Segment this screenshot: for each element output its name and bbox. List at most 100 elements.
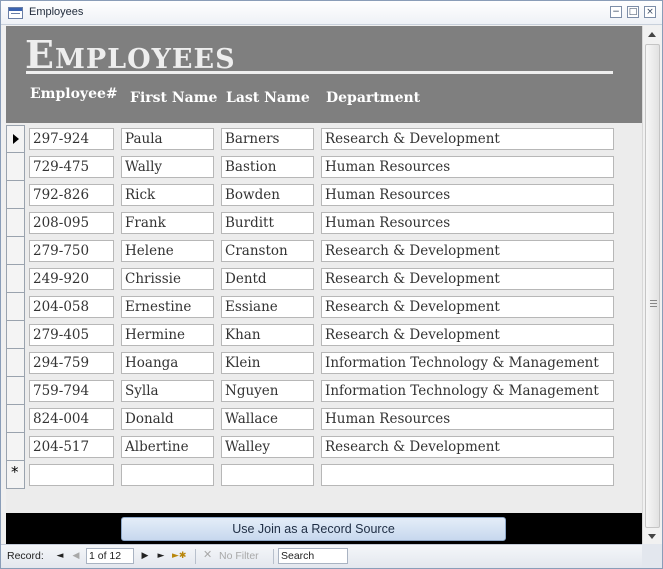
employee-number-field[interactable]: 279-750: [29, 240, 114, 262]
first-name-field[interactable]: Donald: [121, 408, 214, 430]
employee-number-field[interactable]: 208-095: [29, 212, 114, 234]
first-name-field[interactable]: Sylla: [121, 380, 214, 402]
next-record-icon[interactable]: ▶: [139, 549, 151, 563]
record-row: 279-750 Helene Cranston Research & Devel…: [6, 238, 626, 266]
search-input[interactable]: Search: [278, 548, 348, 564]
employee-number-field[interactable]: 204-058: [29, 296, 114, 318]
department-field[interactable]: [321, 464, 614, 486]
scroll-up-icon[interactable]: [648, 32, 656, 37]
department-field[interactable]: Research & Development: [321, 296, 614, 318]
first-name-field[interactable]: Helene: [121, 240, 214, 262]
employee-number-field[interactable]: 729-475: [29, 156, 114, 178]
last-name-field[interactable]: Walley: [221, 436, 314, 458]
last-name-field[interactable]: Bastion: [221, 156, 314, 178]
form-icon: [8, 7, 23, 19]
new-record-row: [6, 462, 626, 490]
last-name-field[interactable]: Essiane: [221, 296, 314, 318]
record-row: 294-759 Hoanga Klein Information Technol…: [6, 350, 626, 378]
filter-icon: ✕: [203, 548, 213, 561]
first-name-field[interactable]: Chrissie: [121, 268, 214, 290]
department-field[interactable]: Information Technology & Management: [321, 352, 614, 374]
column-header-department: Department: [326, 90, 421, 106]
first-record-icon[interactable]: ◄: [54, 549, 66, 563]
department-field[interactable]: Human Resources: [321, 156, 614, 178]
vertical-scrollbar[interactable]: [642, 26, 662, 544]
last-name-field[interactable]: Nguyen: [221, 380, 314, 402]
title-bar: Employees − □ ×: [1, 1, 662, 25]
first-name-field[interactable]: [121, 464, 214, 486]
department-field[interactable]: Information Technology & Management: [321, 380, 614, 402]
previous-record-icon[interactable]: ◀: [70, 549, 82, 563]
first-name-field[interactable]: Frank: [121, 212, 214, 234]
employee-number-field[interactable]: 204-517: [29, 436, 114, 458]
nav-separator: [273, 549, 274, 564]
first-name-field[interactable]: Paula: [121, 128, 214, 150]
no-filter-button[interactable]: No Filter: [219, 550, 259, 562]
last-name-field[interactable]: Burditt: [221, 212, 314, 234]
last-record-icon[interactable]: ►: [155, 549, 167, 563]
department-field[interactable]: Human Resources: [321, 212, 614, 234]
employee-number-field[interactable]: 249-920: [29, 268, 114, 290]
minimize-icon[interactable]: −: [610, 6, 622, 18]
use-join-record-source-button[interactable]: Use Join as a Record Source: [121, 517, 506, 541]
employees-window: Employees − □ × Employees Employee# Firs…: [0, 0, 663, 569]
current-record-input[interactable]: 1 of 12: [86, 548, 134, 564]
column-header-first-name: First Name: [130, 90, 218, 106]
restore-icon[interactable]: □: [627, 6, 639, 18]
record-row: 279-405 Hermine Khan Research & Developm…: [6, 322, 626, 350]
scroll-down-icon[interactable]: [648, 534, 656, 539]
employee-number-field[interactable]: [29, 464, 114, 486]
last-name-field[interactable]: Klein: [221, 352, 314, 374]
grip-icon: [650, 300, 657, 307]
record-row: 208-095 Frank Burditt Human Resources: [6, 210, 626, 238]
form-body: Employees Employee# First Name Last Name…: [6, 26, 642, 544]
employee-number-field[interactable]: 759-794: [29, 380, 114, 402]
last-name-field[interactable]: Cranston: [221, 240, 314, 262]
column-header-last-name: Last Name: [226, 90, 310, 106]
window-controls: − □ ×: [610, 6, 656, 18]
last-name-field[interactable]: Dentd: [221, 268, 314, 290]
first-name-field[interactable]: Rick: [121, 184, 214, 206]
last-name-field[interactable]: Wallace: [221, 408, 314, 430]
employee-number-field[interactable]: 294-759: [29, 352, 114, 374]
last-name-field[interactable]: Khan: [221, 324, 314, 346]
last-name-field[interactable]: [221, 464, 314, 486]
first-name-field[interactable]: Albertine: [121, 436, 214, 458]
record-row: 759-794 Sylla Nguyen Information Technol…: [6, 378, 626, 406]
first-name-field[interactable]: Wally: [121, 156, 214, 178]
close-icon[interactable]: ×: [644, 6, 656, 18]
resize-corner: [642, 544, 662, 568]
last-name-field[interactable]: Bowden: [221, 184, 314, 206]
department-field[interactable]: Human Resources: [321, 408, 614, 430]
form-footer: Use Join as a Record Source: [6, 513, 642, 544]
department-field[interactable]: Research & Development: [321, 240, 614, 262]
record-row: 792-826 Rick Bowden Human Resources: [6, 182, 626, 210]
record-row: 204-517 Albertine Walley Research & Deve…: [6, 434, 626, 462]
employee-number-field[interactable]: 824-004: [29, 408, 114, 430]
record-row: 204-058 Ernestine Essiane Research & Dev…: [6, 294, 626, 322]
column-header-employee-number: Employee#: [30, 86, 118, 102]
new-record-nav-icon[interactable]: ►✱: [172, 549, 186, 563]
first-name-field[interactable]: Hermine: [121, 324, 214, 346]
scroll-thumb[interactable]: [645, 44, 660, 528]
last-name-field[interactable]: Barners: [221, 128, 314, 150]
record-row: 249-920 Chrissie Dentd Research & Develo…: [6, 266, 626, 294]
first-name-field[interactable]: Ernestine: [121, 296, 214, 318]
employee-number-field[interactable]: 792-826: [29, 184, 114, 206]
record-label: Record:: [7, 550, 44, 562]
record-row: 297-924 Paula Barners Research & Develop…: [6, 126, 626, 154]
department-field[interactable]: Research & Development: [321, 324, 614, 346]
department-field[interactable]: Research & Development: [321, 268, 614, 290]
department-field[interactable]: Research & Development: [321, 128, 614, 150]
record-navigation-bar: Record: ◄ ◀ 1 of 12 ▶ ► ►✱ ✕ No Filter S…: [1, 544, 662, 568]
first-name-field[interactable]: Hoanga: [121, 352, 214, 374]
department-field[interactable]: Research & Development: [321, 436, 614, 458]
department-field[interactable]: Human Resources: [321, 184, 614, 206]
record-row: 824-004 Donald Wallace Human Resources: [6, 406, 626, 434]
window-title: Employees: [29, 6, 84, 18]
employee-number-field[interactable]: 297-924: [29, 128, 114, 150]
nav-separator: [195, 549, 196, 564]
record-row: 729-475 Wally Bastion Human Resources: [6, 154, 626, 182]
employee-number-field[interactable]: 279-405: [29, 324, 114, 346]
title-underline: [26, 71, 613, 74]
